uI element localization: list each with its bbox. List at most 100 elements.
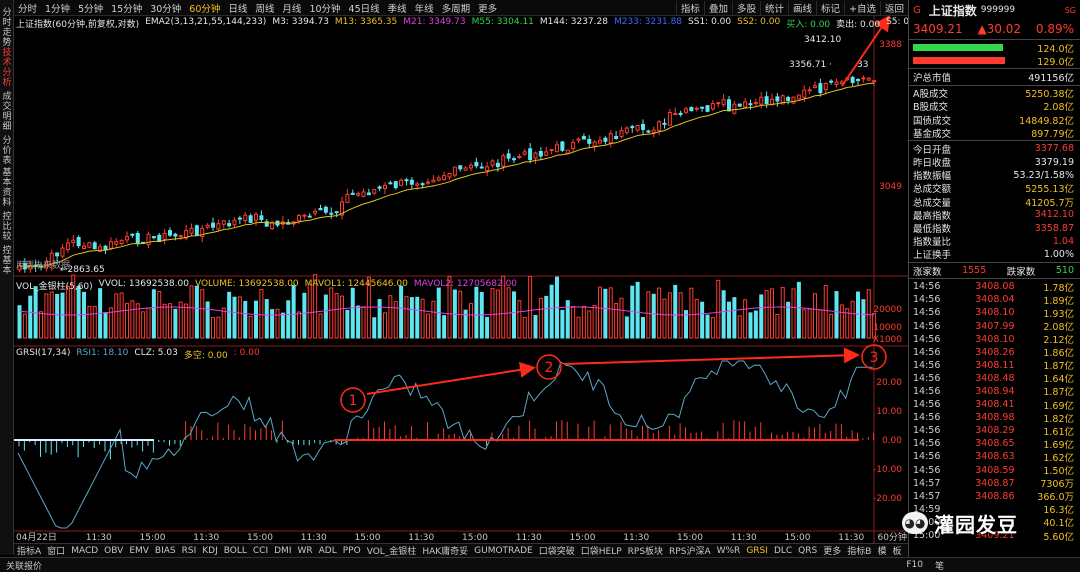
status-left[interactable]: 关联报价 xyxy=(0,559,48,572)
candle-body xyxy=(716,102,721,105)
indicator-tab-21[interactable]: W%R xyxy=(714,546,744,556)
indicator-tab-4[interactable]: EMV xyxy=(126,546,152,556)
indicator-tab-6[interactable]: RSI xyxy=(179,546,200,556)
tool-button-7[interactable]: 返回 xyxy=(879,0,908,15)
volume-bar xyxy=(323,294,328,339)
indicator-tab-22[interactable]: GRSI xyxy=(743,546,771,556)
status-tag[interactable]: 笔 xyxy=(929,559,950,572)
candle-body xyxy=(420,183,425,186)
indicator-tab-20[interactable]: RPS沪深A xyxy=(666,544,714,557)
indicator-tab-27[interactable]: 模 xyxy=(874,544,889,557)
left-tab-2[interactable]: 成交明细 xyxy=(0,90,14,132)
tool-button-2[interactable]: 多股 xyxy=(731,0,760,15)
tick-v: 1.50亿 xyxy=(1043,466,1074,478)
tool-button-1[interactable]: 叠加 xyxy=(703,0,732,15)
tick-t: 14:56 xyxy=(913,451,941,463)
indicator-tab-13[interactable]: PPO xyxy=(340,546,364,556)
candle-body xyxy=(646,130,651,133)
indicator-tab-28[interactable]: 板 xyxy=(889,544,904,557)
left-tab-0[interactable]: 分时走势 xyxy=(0,6,14,48)
volume-bar xyxy=(157,291,162,339)
indicator-tab-12[interactable]: ADL xyxy=(316,546,340,556)
status-f10[interactable]: F10 xyxy=(900,560,929,570)
indicator-tab-19[interactable]: RPS板块 xyxy=(625,544,666,557)
candle-body xyxy=(151,236,156,239)
left-tab-6[interactable]: 控基本 xyxy=(0,244,14,276)
candle-body xyxy=(458,165,463,170)
tool-button-4[interactable]: 画线 xyxy=(787,0,816,15)
indicator-tab-1[interactable]: 窗口 xyxy=(44,544,68,557)
indicator-tab-17[interactable]: 口袋突破 xyxy=(536,544,578,557)
period-tab-4[interactable]: 30分钟 xyxy=(146,1,185,15)
period-tab-5[interactable]: 60分钟 xyxy=(185,1,224,15)
indicator-tab-14[interactable]: VOL_金银柱 xyxy=(364,544,420,557)
indicator-tab-16[interactable]: GUMOTRADE xyxy=(471,546,536,556)
tool-button-3[interactable]: 统计 xyxy=(759,0,788,15)
quote-header: G 上证指数 999999 SG xyxy=(909,0,1080,20)
period-tab-14[interactable]: 更多 xyxy=(474,1,501,15)
period-tab-0[interactable]: 分时 xyxy=(14,1,41,15)
volume-bar xyxy=(544,295,549,339)
indicator-tab-5[interactable]: BIAS xyxy=(152,546,179,556)
volume-bar xyxy=(834,291,839,339)
volume-bar xyxy=(657,287,662,339)
indicator-tab-0[interactable]: 指标A xyxy=(14,544,44,557)
tick-v: 1.87亿 xyxy=(1043,387,1074,399)
period-tab-3[interactable]: 15分钟 xyxy=(107,1,146,15)
candle-body xyxy=(856,79,860,82)
indicator-tab-18[interactable]: 口袋HELP xyxy=(578,544,625,557)
left-tab-4[interactable]: 基本资料 xyxy=(0,166,14,208)
period-tab-7[interactable]: 周线 xyxy=(251,1,278,15)
volume-bar xyxy=(807,308,812,339)
candle-body xyxy=(775,96,780,102)
left-tab-5[interactable]: 控比较 xyxy=(0,210,14,242)
period-tab-11[interactable]: 季线 xyxy=(384,1,411,15)
chart-area[interactable]: 3388 3049 3412.10 3356.71 · 33 ←2863.65 用到未来数据… xyxy=(14,14,923,543)
period-tab-1[interactable]: 1分钟 xyxy=(41,1,74,15)
indicator-tab-26[interactable]: 指标B xyxy=(844,544,874,557)
stat-row: 沪总市值 491156亿 xyxy=(909,70,1080,84)
tool-button-5[interactable]: 标记 xyxy=(816,0,844,15)
indicator-tab-15[interactable]: HAK庸奇妥 xyxy=(419,544,471,557)
up-count: 1555 xyxy=(962,265,987,277)
period-tab-2[interactable]: 5分钟 xyxy=(74,1,107,15)
indicator-tab-7[interactable]: KDJ xyxy=(199,546,221,556)
tool-button-6[interactable]: +自选 xyxy=(844,0,880,15)
low-price-label-right: 3356.71 · xyxy=(789,60,832,70)
indicator-tab-9[interactable]: CCI xyxy=(250,546,271,556)
volume-bar xyxy=(270,309,275,339)
period-tab-6[interactable]: 日线 xyxy=(224,1,251,15)
left-tab-1[interactable]: 技术分析 xyxy=(0,46,14,88)
tool-button-0[interactable]: 指标 xyxy=(675,0,704,15)
candle-body xyxy=(667,112,672,126)
time-axis-label: 15:00 xyxy=(140,533,166,543)
candle-body xyxy=(528,148,533,161)
tick-row: 14:57 3408.86 366.0万 xyxy=(909,490,1080,504)
indicator-tab-24[interactable]: QRS xyxy=(795,546,820,556)
period-tab-10[interactable]: 45日线 xyxy=(345,1,384,15)
volume-bar xyxy=(22,313,27,339)
indicator-tab-8[interactable]: BOLL xyxy=(221,546,250,556)
volume-bar xyxy=(619,297,624,339)
candle-body xyxy=(393,181,398,189)
indicator-tab-23[interactable]: DLC xyxy=(771,546,795,556)
period-tab-8[interactable]: 月线 xyxy=(278,1,305,15)
price-pct: 0.89% xyxy=(1035,22,1074,36)
stat-value: 897.79亿 xyxy=(1031,128,1074,140)
indicator-tab-11[interactable]: WR xyxy=(294,546,315,556)
indicator-tab-3[interactable]: OBV xyxy=(101,546,126,556)
volume-bar xyxy=(576,316,581,339)
tick-t: 14:56 xyxy=(913,399,941,411)
period-tab-9[interactable]: 10分钟 xyxy=(305,1,344,15)
candle-body xyxy=(786,96,791,101)
period-tab-12[interactable]: 年线 xyxy=(411,1,438,15)
candle-body xyxy=(614,136,619,139)
tick-list[interactable]: 14:56 3408.08 1.78亿 14:56 3408.04 1.89亿 14:56 3… xyxy=(909,280,1080,542)
indicator-tab-2[interactable]: MACD xyxy=(68,546,101,556)
indicator-tab-25[interactable]: 更多 xyxy=(820,544,844,557)
stat-value: 1.04 xyxy=(1052,235,1074,247)
indicator-tab-10[interactable]: DMI xyxy=(271,546,294,556)
ss1-value: SS1: 0.00 xyxy=(688,17,732,27)
period-tab-13[interactable]: 多周期 xyxy=(438,1,475,15)
left-tab-3[interactable]: 分价表 xyxy=(0,134,14,166)
